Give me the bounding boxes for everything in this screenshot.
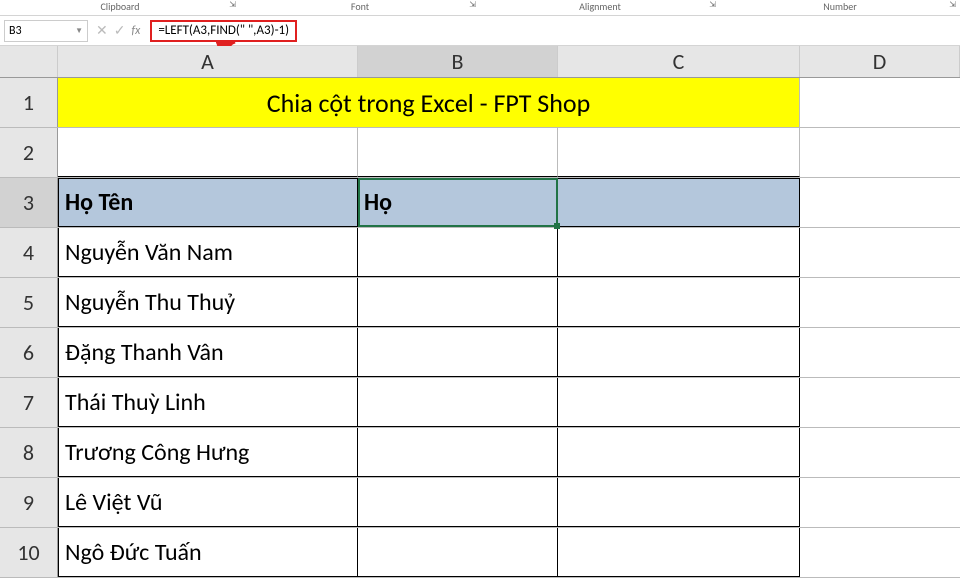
cell-A3[interactable]: Họ Tên — [58, 178, 358, 227]
name-box-value: B3 — [9, 24, 22, 38]
ribbon-label-alignment: Alignment ⇲ — [480, 0, 720, 15]
row-5: 5 Nguyễn Thu Thuỷ — [0, 278, 960, 328]
cell-C2[interactable] — [558, 128, 800, 177]
cell-C10[interactable] — [558, 528, 800, 577]
dialog-launcher-icon[interactable]: ⇲ — [949, 0, 956, 10]
cancel-icon[interactable]: ✕ — [96, 22, 108, 39]
cell-C6[interactable] — [558, 328, 800, 377]
cell-D4[interactable] — [800, 228, 960, 277]
row-header-1[interactable]: 1 — [0, 78, 58, 127]
dropdown-icon[interactable]: ▼ — [75, 26, 83, 36]
cell-B10[interactable] — [358, 528, 558, 577]
dialog-launcher-icon[interactable]: ⇲ — [469, 0, 476, 10]
enter-icon[interactable]: ✓ — [114, 22, 126, 39]
cell-A10[interactable]: Ngô Đức Tuấn — [58, 528, 358, 577]
row-header-9[interactable]: 9 — [0, 478, 58, 527]
ribbon-label-number: Number ⇲ — [720, 0, 960, 15]
cell-C9[interactable] — [558, 478, 800, 527]
cell-C7[interactable] — [558, 378, 800, 427]
formula-bar-buttons: ✕ ✓ fx — [96, 22, 140, 39]
row-header-5[interactable]: 5 — [0, 278, 58, 327]
cell-D6[interactable] — [800, 328, 960, 377]
cell-B7[interactable] — [358, 378, 558, 427]
spreadsheet: A B C D 1 Chia cột trong Excel - FPT Sho… — [0, 46, 960, 578]
cell-D10[interactable] — [800, 528, 960, 577]
row-4: 4 Nguyễn Văn Nam — [0, 228, 960, 278]
ribbon-group-labels: Clipboard ⇲ Font ⇲ Alignment ⇲ Number ⇲ — [0, 0, 960, 16]
text: Alignment — [579, 0, 621, 13]
cell-A2[interactable] — [58, 128, 358, 177]
row-7: 7 Thái Thuỳ Linh — [0, 378, 960, 428]
row-header-6[interactable]: 6 — [0, 328, 58, 377]
row-3: 3 Họ Tên Họ — [0, 178, 960, 228]
row-header-4[interactable]: 4 — [0, 228, 58, 277]
cell-C4[interactable] — [558, 228, 800, 277]
cell-D5[interactable] — [800, 278, 960, 327]
cell-title-merged[interactable]: Chia cột trong Excel - FPT Shop — [58, 78, 800, 127]
select-all-corner[interactable] — [0, 46, 58, 77]
cell-A7[interactable]: Thái Thuỳ Linh — [58, 378, 358, 427]
ribbon-label-font: Font ⇲ — [240, 0, 480, 15]
row-1: 1 Chia cột trong Excel - FPT Shop — [0, 78, 960, 128]
ribbon-label-clipboard: Clipboard ⇲ — [0, 0, 240, 15]
cell-A8[interactable]: Trương Công Hưng — [58, 428, 358, 477]
row-10: 10 Ngô Đức Tuấn — [0, 528, 960, 578]
cell-B2[interactable] — [358, 128, 558, 177]
cell-A4[interactable]: Nguyễn Văn Nam — [58, 228, 358, 277]
column-header-C[interactable]: C — [558, 46, 800, 77]
cell-B6[interactable] — [358, 328, 558, 377]
fx-icon[interactable]: fx — [131, 24, 140, 38]
cell-D2[interactable] — [800, 128, 960, 177]
column-header-D[interactable]: D — [800, 46, 960, 77]
text: Clipboard — [100, 0, 139, 13]
formula-input[interactable]: =LEFT(A3,FIND(" ",A3)-1) — [150, 20, 297, 42]
row-header-10[interactable]: 10 — [0, 528, 58, 577]
cell-D3[interactable] — [800, 178, 960, 227]
cell-B8[interactable] — [358, 428, 558, 477]
name-box[interactable]: B3 ▼ — [4, 20, 88, 42]
cell-D9[interactable] — [800, 478, 960, 527]
row-header-8[interactable]: 8 — [0, 428, 58, 477]
column-header-A[interactable]: A — [58, 46, 358, 77]
cell-D1[interactable] — [800, 78, 960, 127]
cell-B3-active[interactable]: Họ — [358, 178, 558, 227]
column-header-B[interactable]: B — [358, 46, 558, 77]
cell-B4[interactable] — [358, 228, 558, 277]
cell-A9[interactable]: Lê Việt Vũ — [58, 478, 358, 527]
cell-C3[interactable] — [558, 178, 800, 227]
formula-bar-row: B3 ▼ ✕ ✓ fx =LEFT(A3,FIND(" ",A3)-1) — [0, 16, 960, 46]
row-6: 6 Đặng Thanh Vân — [0, 328, 960, 378]
cell-B5[interactable] — [358, 278, 558, 327]
dialog-launcher-icon[interactable]: ⇲ — [229, 0, 236, 10]
text: Number — [823, 0, 856, 13]
cell-A5[interactable]: Nguyễn Thu Thuỷ — [58, 278, 358, 327]
row-2: 2 — [0, 128, 960, 178]
cell-D8[interactable] — [800, 428, 960, 477]
cell-C8[interactable] — [558, 428, 800, 477]
cell-B9[interactable] — [358, 478, 558, 527]
row-8: 8 Trương Công Hưng — [0, 428, 960, 478]
row-header-3[interactable]: 3 — [0, 178, 58, 227]
cell-D7[interactable] — [800, 378, 960, 427]
row-9: 9 Lê Việt Vũ — [0, 478, 960, 528]
column-headers: A B C D — [0, 46, 960, 78]
dialog-launcher-icon[interactable]: ⇲ — [709, 0, 716, 10]
row-header-7[interactable]: 7 — [0, 378, 58, 427]
cell-C5[interactable] — [558, 278, 800, 327]
cell-A6[interactable]: Đặng Thanh Vân — [58, 328, 358, 377]
row-header-2[interactable]: 2 — [0, 128, 58, 177]
formula-text: =LEFT(A3,FIND(" ",A3)-1) — [158, 23, 289, 38]
text: Font — [351, 0, 369, 13]
